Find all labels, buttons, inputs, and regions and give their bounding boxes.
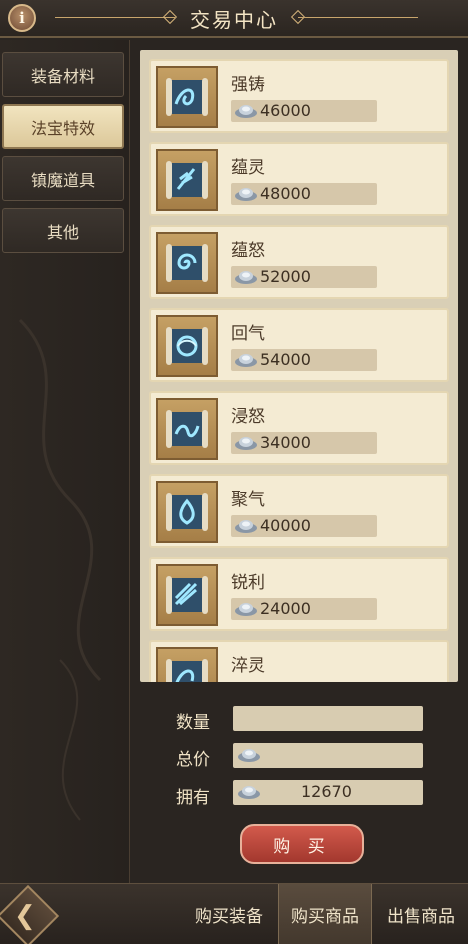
item-name: 蕴怒 [231,241,265,261]
list-item[interactable]: 回气 54000 [149,308,449,382]
title-ornament-right [298,17,418,18]
tab-label: 购买装备 [195,907,263,927]
list-item[interactable]: 淬灵 [149,640,449,682]
scroll-blade-icon [156,564,218,626]
silver-ingot-icon [238,786,260,799]
category-label: 法宝特效 [30,118,95,138]
category-equipment-materials[interactable]: 装备材料 [2,52,124,97]
price-box: 52000 [231,266,377,288]
item-name: 强铸 [231,75,265,95]
category-label: 装备材料 [30,66,95,86]
quantity-label: 数量 [176,713,210,733]
tab-label: 购买商品 [291,907,359,927]
price-box: 34000 [231,432,377,454]
total-price-field [233,743,423,768]
scroll-wave-icon [156,398,218,460]
silver-ingot-icon [235,188,257,201]
back-arrow-icon: ❮ [14,901,36,931]
owned-label: 拥有 [176,788,210,808]
tab-buy-goods[interactable]: 购买商品 [278,884,372,944]
category-label: 镇魔道具 [30,170,95,190]
item-list[interactable]: 强铸 46000 蕴灵 48000 蕴怒 52000 回气 54000 浸怒 3… [140,50,458,682]
price-box: 24000 [231,598,377,620]
tab-sell-goods[interactable]: 出售商品 [374,884,468,944]
scroll-spiral-icon [156,232,218,294]
item-price: 48000 [260,184,311,203]
scroll-vortex-icon [156,315,218,377]
item-name: 蕴灵 [231,158,265,178]
price-box: 40000 [231,515,377,537]
item-name: 浸怒 [231,407,265,427]
item-price: 34000 [260,433,311,452]
silver-ingot-icon [235,271,257,284]
price-box: 54000 [231,349,377,371]
buy-button[interactable]: 购 买 [240,824,364,864]
list-item[interactable]: 聚气 40000 [149,474,449,548]
silver-ingot-icon [235,603,257,616]
info-icon: i [19,9,25,27]
item-price: 40000 [260,516,311,535]
price-box: 48000 [231,183,377,205]
silver-ingot-icon [235,105,257,118]
list-item[interactable]: 锐利 24000 [149,557,449,631]
decorative-swirl [18,318,102,821]
list-item[interactable]: 浸怒 34000 [149,391,449,465]
bottom-tab-bar: ❮ 购买装备 购买商品 出售商品 [0,883,468,944]
tab-buy-equipment[interactable]: 购买装备 [182,884,276,944]
scroll-swirl-icon [156,647,218,682]
list-item[interactable]: 蕴怒 52000 [149,225,449,299]
quantity-input[interactable] [233,706,423,731]
silver-ingot-icon [235,520,257,533]
item-name: 锐利 [231,573,265,593]
category-demon-tools[interactable]: 镇魔道具 [2,156,124,201]
page-title: 交易中心 [190,7,278,32]
item-price: 54000 [260,350,311,369]
owned-field: 12670 [233,780,423,805]
silver-ingot-icon [238,749,260,762]
owned-value: 12670 [301,782,352,801]
total-price-label: 总价 [176,750,210,770]
item-price: 46000 [260,101,311,120]
category-label: 其他 [46,222,79,242]
item-name: 聚气 [231,490,265,510]
item-name: 回气 [231,324,265,344]
info-button[interactable]: i [8,4,36,32]
scroll-swirl-icon [156,66,218,128]
category-artifact-effects[interactable]: 法宝特效 [2,104,124,149]
silver-ingot-icon [235,354,257,367]
category-other[interactable]: 其他 [2,208,124,253]
silver-ingot-icon [235,437,257,450]
buy-button-label: 购 买 [273,836,331,857]
price-box: 46000 [231,100,377,122]
scroll-flame-icon [156,481,218,543]
item-price: 24000 [260,599,311,618]
tab-label: 出售商品 [387,907,455,927]
category-sidebar: 装备材料 法宝特效 镇魔道具 其他 [0,40,130,883]
scroll-feather-icon [156,149,218,211]
item-name: 淬灵 [231,656,265,676]
header-bar: i 交易中心 [0,0,468,38]
item-price: 52000 [260,267,311,286]
list-item[interactable]: 强铸 46000 [149,59,449,133]
list-item[interactable]: 蕴灵 48000 [149,142,449,216]
